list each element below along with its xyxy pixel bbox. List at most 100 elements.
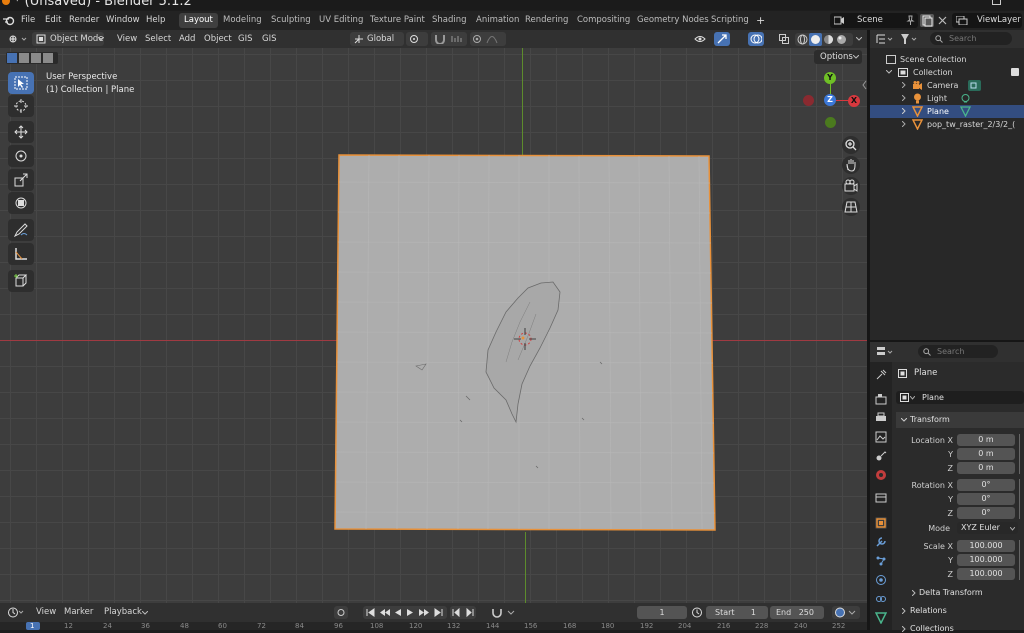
- menu-render[interactable]: Render: [67, 11, 101, 30]
- render-tab[interactable]: [875, 393, 887, 405]
- delete-scene-icon[interactable]: [938, 16, 947, 25]
- 3d-viewport[interactable]: User Perspective (1) Collection | Plane …: [0, 48, 867, 603]
- new-scene-icon[interactable]: [920, 14, 934, 27]
- menu-edit[interactable]: Edit: [43, 11, 63, 30]
- editor-type-icon[interactable]: [8, 33, 28, 45]
- gizmo-y-axis[interactable]: Y: [824, 72, 836, 84]
- viewport-menu-view[interactable]: View: [117, 30, 137, 48]
- current-frame-field[interactable]: 1: [637, 606, 687, 619]
- tab-rendering[interactable]: Rendering: [520, 13, 573, 28]
- tool-transform[interactable]: [8, 192, 34, 214]
- constraints-tab[interactable]: [875, 593, 887, 605]
- viewport-menu-object[interactable]: Object: [204, 30, 232, 48]
- tool-measure[interactable]: [8, 243, 34, 265]
- tool-cursor[interactable]: [8, 95, 34, 117]
- scene-collection-row[interactable]: Scene Collection: [870, 53, 1024, 66]
- tab-compositing[interactable]: Compositing: [572, 13, 635, 28]
- tab-animation[interactable]: Animation: [471, 13, 524, 28]
- pin-icon[interactable]: [906, 15, 915, 25]
- timeline-menu-view[interactable]: View: [36, 603, 56, 622]
- collection-tab[interactable]: [875, 492, 887, 504]
- maximize-icon[interactable]: [992, 0, 1001, 5]
- collection-checkbox[interactable]: [1011, 68, 1019, 76]
- gizmo-neg-y-axis[interactable]: [825, 117, 836, 128]
- wireframe-shading-icon[interactable]: [797, 34, 808, 45]
- viewport-menu-gis[interactable]: GIS: [238, 30, 253, 48]
- keyframe-jump-buttons[interactable]: [450, 606, 476, 619]
- tool-scale[interactable]: [8, 169, 34, 191]
- material-shading-icon[interactable]: [823, 34, 834, 45]
- tool-annotate[interactable]: [8, 219, 34, 241]
- auto-keying-button[interactable]: [334, 606, 348, 619]
- gizmo-z-axis[interactable]: Z: [824, 94, 836, 106]
- zoom-button[interactable]: [842, 136, 860, 154]
- tab-texture-paint[interactable]: Texture Paint: [365, 13, 430, 28]
- outliner-item-light[interactable]: Light: [870, 92, 1024, 105]
- solid-shading-icon[interactable]: [809, 33, 822, 46]
- camera-view-button[interactable]: [842, 177, 860, 195]
- particles-tab[interactable]: [875, 555, 887, 567]
- rotation-y-field[interactable]: 0°: [957, 493, 1015, 505]
- gizmo-x-axis[interactable]: X: [848, 95, 860, 107]
- location-y-field[interactable]: 0 m: [957, 448, 1015, 460]
- collection-row[interactable]: Collection: [870, 66, 1024, 79]
- tab-scripting[interactable]: Scripting: [706, 13, 754, 28]
- scene-tab[interactable]: [875, 450, 887, 462]
- timeline-ruler[interactable]: 1 12 24 36 48 60 72 84 96 108 120 132 14…: [0, 622, 867, 630]
- viewport-menu-gis-2[interactable]: GIS: [262, 30, 277, 48]
- area-divider[interactable]: [867, 30, 870, 630]
- viewport-menu-add[interactable]: Add: [179, 30, 195, 48]
- tab-shading[interactable]: Shading: [427, 13, 472, 28]
- tab-modeling[interactable]: Modeling: [218, 13, 267, 28]
- xray-icon[interactable]: [779, 34, 789, 44]
- options-button[interactable]: Options: [814, 50, 862, 64]
- rotation-z-field[interactable]: 0°: [957, 507, 1015, 519]
- select-new-icon[interactable]: [7, 53, 17, 63]
- object-name-field[interactable]: Plane: [896, 391, 1024, 404]
- rotation-mode-dropdown[interactable]: XYZ Euler: [957, 522, 1018, 534]
- start-frame-field[interactable]: Start 1: [706, 606, 768, 619]
- menu-window[interactable]: Window: [104, 11, 142, 30]
- lock-icon[interactable]: [1019, 479, 1024, 519]
- delta-transform-panel[interactable]: Delta Transform: [919, 588, 983, 597]
- scale-y-field[interactable]: 100.000: [957, 554, 1015, 566]
- collections-panel[interactable]: Collections: [910, 624, 954, 633]
- select-subtract-icon[interactable]: [31, 53, 41, 63]
- menu-help[interactable]: Help: [144, 11, 167, 30]
- tool-select-box[interactable]: [8, 72, 34, 94]
- shading-dropdown-icon[interactable]: [856, 37, 862, 41]
- tab-sculpting[interactable]: Sculpting: [266, 13, 316, 28]
- lock-icon[interactable]: [1019, 434, 1024, 474]
- preview-range-icon[interactable]: [691, 606, 703, 619]
- output-tab[interactable]: [875, 412, 887, 424]
- viewport-menu-select[interactable]: Select: [145, 30, 171, 48]
- pan-button[interactable]: [842, 156, 860, 174]
- select-extend-icon[interactable]: [19, 53, 29, 63]
- relations-panel[interactable]: Relations: [910, 606, 947, 615]
- timeline-menu-playback[interactable]: Playback: [104, 603, 142, 622]
- timeline-snapping[interactable]: [490, 606, 518, 619]
- plane-object[interactable]: [330, 152, 722, 534]
- timeline-menu-marker[interactable]: Marker: [64, 603, 93, 622]
- tool-rotate[interactable]: [8, 145, 34, 167]
- area-divider[interactable]: [870, 340, 1024, 342]
- tab-uv-editing[interactable]: UV Editing: [314, 13, 368, 28]
- tab-geometry-nodes[interactable]: Geometry Nodes: [632, 13, 714, 28]
- tool-settings-tab[interactable]: [875, 369, 887, 381]
- physics-tab[interactable]: [875, 574, 887, 586]
- world-tab[interactable]: [875, 469, 887, 481]
- scale-x-field[interactable]: 100.000: [957, 540, 1015, 552]
- end-frame-field[interactable]: End 250: [770, 606, 824, 619]
- timeline-view-options[interactable]: [832, 606, 860, 619]
- outliner-item-camera[interactable]: Camera: [870, 79, 1024, 92]
- blender-menu-icon[interactable]: [3, 15, 15, 26]
- object-tab[interactable]: [875, 517, 887, 529]
- tab-layout[interactable]: Layout: [179, 13, 218, 28]
- tool-move[interactable]: [8, 121, 34, 143]
- gizmo-neg-x-axis[interactable]: [803, 95, 814, 106]
- outliner-editor-icon[interactable]: [876, 33, 894, 45]
- filter-icon[interactable]: [900, 33, 918, 45]
- modifiers-tab[interactable]: [875, 536, 887, 548]
- perspective-toggle-button[interactable]: [842, 198, 860, 216]
- scale-z-field[interactable]: 100.000: [957, 568, 1015, 580]
